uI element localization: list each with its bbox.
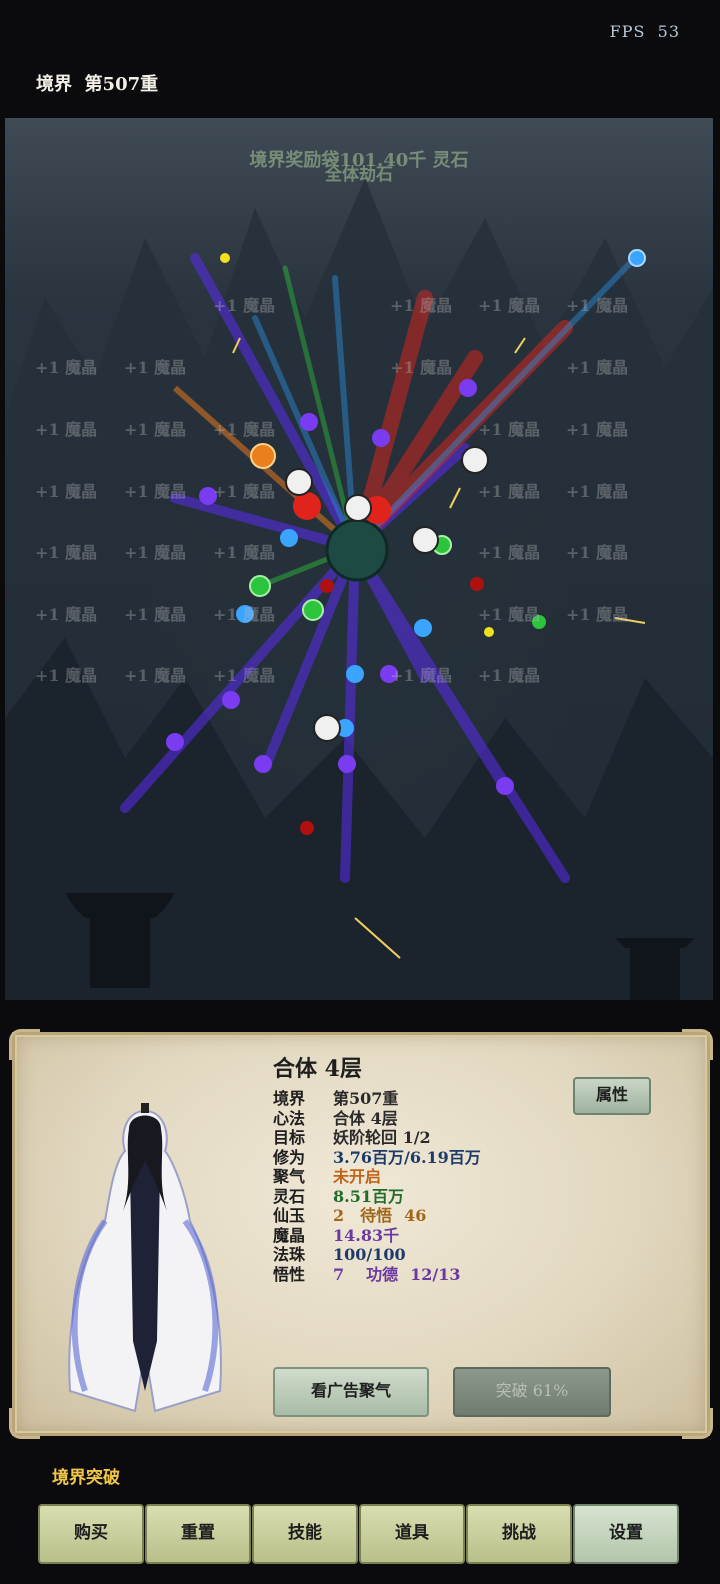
ornament-corner [682, 1408, 713, 1439]
ornament-corner [682, 1029, 713, 1060]
loot-text: +1 魔晶 [213, 420, 276, 439]
ornament-corner [9, 1029, 40, 1060]
cultivation-stage-title: 合体 4层 [273, 1056, 362, 1082]
battle-field[interactable]: 境界奖励袋101.40千 灵石 全体劫石 +1 魔晶 +1 魔晶 +1 魔晶 +… [5, 118, 713, 1000]
fps-value: 53 [657, 22, 680, 41]
loot-text: +1 魔晶 [124, 420, 187, 439]
tab-items[interactable]: 道具 [359, 1504, 465, 1564]
stat-row-jade: 仙玉 2 待悟 46 [273, 1206, 427, 1225]
loot-text: +1 魔晶 [213, 543, 276, 562]
stats-list: 境界 第507重 心法 合体 4层 目标 妖阶轮回 1/2 修为 3.76百万/6.19… [273, 1089, 481, 1284]
tab-challenge[interactable]: 挑战 [466, 1504, 572, 1564]
realm-label: 境界 [36, 74, 72, 95]
top-hud: FPS 53 境界 第507重 [0, 0, 720, 118]
loot-text: +1 魔晶 [35, 666, 98, 685]
loot-text: +1 魔晶 [566, 420, 629, 439]
tab-buy[interactable]: 购买 [38, 1504, 144, 1564]
loot-text: +1 魔晶 [35, 358, 98, 377]
stat-row-qi: 聚气 未开启 [273, 1167, 382, 1186]
character-panel: 合体 4层 属性 境界 第507重 心法 合体 4层 目标 妖阶轮回 1/2 修为 3.… [5, 1012, 713, 1498]
loot-text: +1 魔晶 [566, 482, 629, 501]
tab-skills[interactable]: 技能 [252, 1504, 358, 1564]
loot-text: +1 魔晶 [478, 605, 541, 624]
ornament-corner [9, 1408, 40, 1439]
stat-row-spirit-stone: 灵石 8.51百万 [273, 1186, 404, 1206]
fps-label: FPS [609, 22, 646, 41]
character-card: 合体 4层 属性 境界 第507重 心法 合体 4层 目标 妖阶轮回 1/2 修为 3.… [9, 1029, 713, 1439]
watch-ad-button[interactable]: 看广告聚气 [273, 1367, 429, 1417]
realm-indicator: 境界 第507重 [36, 70, 158, 96]
character-portrait [68, 1103, 222, 1413]
loot-text: +1 魔晶 [478, 420, 541, 439]
loot-text: +1 魔晶 [35, 482, 98, 501]
loot-text: +1 魔晶 [478, 543, 541, 562]
loot-text: +1 魔晶 [390, 296, 453, 315]
attributes-button[interactable]: 属性 [573, 1077, 651, 1115]
loot-text: +1 魔晶 [213, 605, 276, 624]
breakthrough-button[interactable]: 突破 61% [453, 1367, 611, 1417]
loot-text: +1 魔晶 [213, 296, 276, 315]
loot-text: +1 魔晶 [566, 543, 629, 562]
loot-text: +1 魔晶 [478, 296, 541, 315]
loot-text: +1 魔晶 [213, 482, 276, 501]
loot-text: +1 魔晶 [124, 605, 187, 624]
stat-row-goal: 目标 妖阶轮回 1/2 [273, 1128, 431, 1147]
loot-text: +1 魔晶 [566, 605, 629, 624]
fps-counter: FPS 53 [610, 22, 680, 41]
stat-row-cultivation: 修为 3.76百万/6.19百万 [273, 1147, 481, 1167]
loot-text: +1 魔晶 [478, 482, 541, 501]
loot-text: +1 魔晶 [35, 605, 98, 624]
loot-text: +1 魔晶 [213, 666, 276, 685]
loot-text: +1 魔晶 [124, 666, 187, 685]
loot-text: +1 魔晶 [35, 543, 98, 562]
loot-text: +1 魔晶 [478, 666, 541, 685]
section-label: 境界突破 [52, 1468, 120, 1488]
core-orb [325, 518, 389, 582]
reward-banner-sub: 全体劫石 [325, 165, 393, 185]
stat-row-dharma-bead: 法珠 100/100 [273, 1245, 406, 1264]
loot-text: +1 魔晶 [566, 296, 629, 315]
loot-text: +1 魔晶 [390, 358, 453, 377]
loot-text: +1 魔晶 [35, 420, 98, 439]
loot-text: +1 魔晶 [124, 482, 187, 501]
stat-row-demon-crystal: 魔晶 14.83千 [273, 1225, 400, 1245]
loot-text: +1 魔晶 [124, 358, 187, 377]
tab-reset[interactable]: 重置 [145, 1504, 251, 1564]
bottom-tab-bar: 购买 重置 技能 道具 挑战 设置 [0, 1498, 720, 1584]
loot-text: +1 魔晶 [566, 358, 629, 377]
stat-row-comprehension: 悟性 7 功德 12/13 [273, 1264, 461, 1284]
tab-settings[interactable]: 设置 [573, 1504, 679, 1564]
stat-row-method: 心法 合体 4层 [273, 1108, 398, 1128]
stat-row-realm: 境界 第507重 [273, 1089, 399, 1108]
realm-value: 第507重 [84, 74, 159, 95]
loot-text: +1 魔晶 [124, 543, 187, 562]
loot-text: +1 魔晶 [390, 666, 453, 685]
